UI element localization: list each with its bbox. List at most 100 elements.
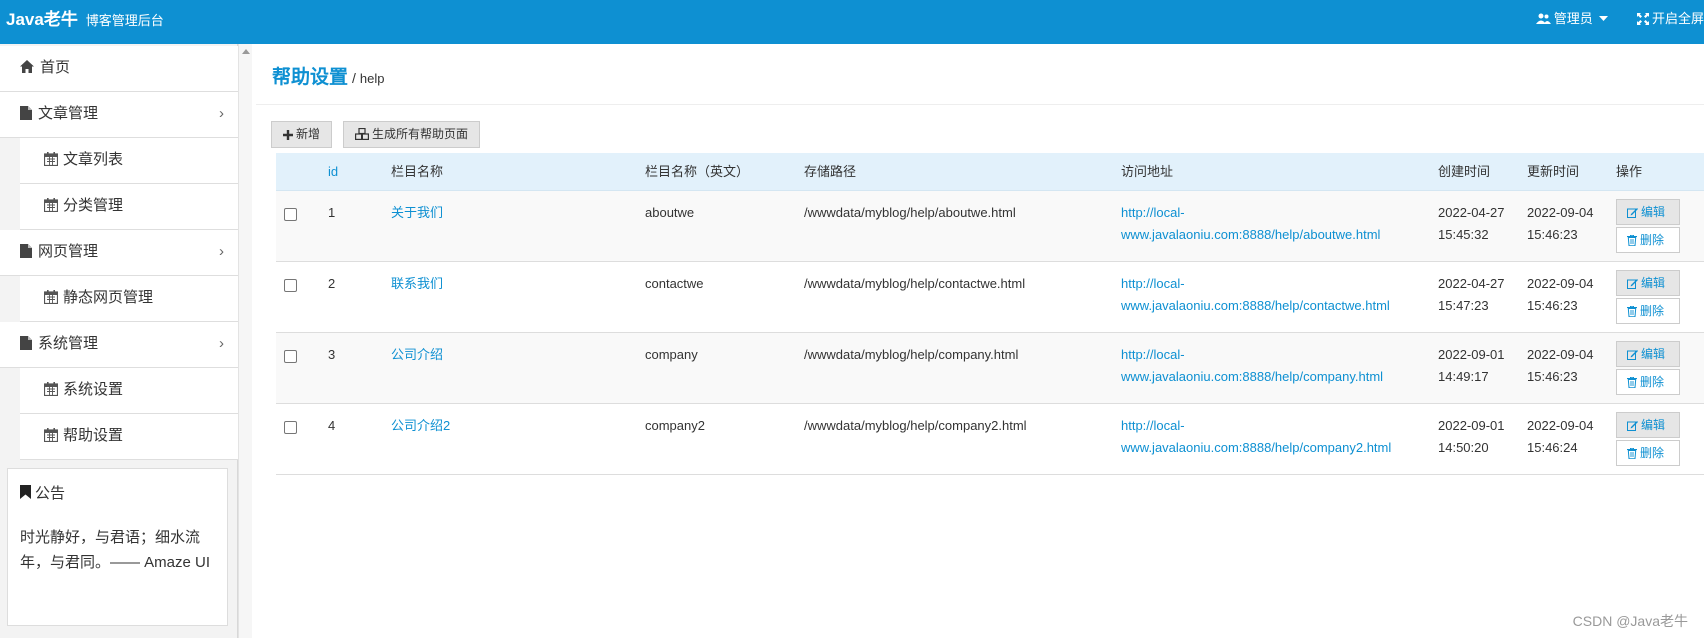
sidebar-item-label: 帮助设置: [63, 427, 124, 444]
url-line-1: http://local-: [1121, 418, 1185, 433]
column-header-name-en[interactable]: 栏目名称（英文）: [645, 153, 749, 191]
top-nav: 管理员 开启全屏: [1514, 0, 1704, 44]
cell-created: 2022-04-27 15:47:23: [1438, 273, 1505, 317]
sidebar-item-label: 文章列表: [63, 151, 124, 168]
delete-button[interactable]: 删除: [1616, 227, 1680, 253]
trash-icon: [1627, 447, 1637, 460]
cell-id: 4: [328, 418, 336, 433]
edit-button[interactable]: 编辑: [1616, 199, 1680, 225]
calendar-icon: [44, 382, 58, 396]
sidebar-item-pages[interactable]: 网页管理 ›: [0, 230, 238, 276]
delete-button[interactable]: 删除: [1616, 298, 1680, 324]
cell-url[interactable]: http://local-www.javalaoniu.com:8888/hel…: [1121, 202, 1380, 246]
sidebar-item-system-settings[interactable]: 系统设置: [20, 368, 238, 414]
delete-label: 删除: [1640, 375, 1665, 389]
bookmark-icon: [20, 485, 31, 499]
calendar-icon: [44, 290, 58, 304]
url-line-2: www.javalaoniu.com:8888/help/company2.ht…: [1121, 440, 1392, 455]
table-header: id 栏目名称 栏目名称（英文） 存储路径 访问地址 创建时间 更新时间 操作: [276, 153, 1704, 191]
brand[interactable]: Java老牛 博客管理后台: [6, 0, 164, 44]
cell-name[interactable]: 关于我们: [391, 202, 443, 224]
column-header-name[interactable]: 栏目名称: [391, 153, 443, 191]
delete-label: 删除: [1640, 446, 1665, 460]
column-header-path[interactable]: 存储路径: [804, 153, 856, 191]
sidebar-item-system[interactable]: 系统管理 ›: [0, 322, 238, 368]
cell-name[interactable]: 联系我们: [391, 273, 443, 295]
admin-menu[interactable]: 管理员: [1535, 0, 1612, 38]
sidebar-item-categories[interactable]: 分类管理: [20, 184, 238, 230]
sidebar-item-article-list[interactable]: 文章列表: [20, 138, 238, 184]
updated-date: 2022-09-04: [1527, 276, 1594, 291]
delete-button[interactable]: 删除: [1616, 369, 1680, 395]
created-time: 15:45:32: [1438, 227, 1489, 242]
sidebar-item-static-pages[interactable]: 静态网页管理: [20, 276, 238, 322]
row-checkbox[interactable]: [284, 421, 297, 434]
sidebar-item-label: 静态网页管理: [63, 289, 154, 306]
cell-name[interactable]: 公司介绍2: [391, 415, 450, 437]
cell-path: /wwwdata/myblog/help/company2.html: [804, 418, 1027, 433]
cell-id: 1: [328, 205, 336, 220]
updated-time: 15:46:23: [1527, 298, 1578, 313]
cell-url[interactable]: http://local-www.javalaoniu.com:8888/hel…: [1121, 344, 1383, 388]
brand-subtitle: 博客管理后台: [85, 13, 164, 28]
sidebar-scrollbar[interactable]: [238, 44, 252, 638]
row-checkbox[interactable]: [284, 350, 297, 363]
column-header-id[interactable]: id: [328, 153, 338, 191]
table-row: 2 联系我们 contactwe /wwwdata/myblog/help/co…: [276, 262, 1704, 333]
edit-icon: [1627, 421, 1638, 431]
calendar-icon: [44, 428, 58, 442]
cell-name[interactable]: 公司介绍: [391, 344, 443, 366]
cell-url[interactable]: http://local-www.javalaoniu.com:8888/hel…: [1121, 273, 1390, 317]
cell-name-en: aboutwe: [645, 205, 695, 220]
table-row: 1 关于我们 aboutwe /wwwdata/myblog/help/abou…: [276, 191, 1704, 262]
cell-name-en: company2: [645, 418, 705, 433]
sidebar-item-home[interactable]: 首页: [0, 46, 238, 92]
generate-button-label: 生成所有帮助页面: [372, 127, 469, 141]
fullscreen-icon: [1636, 13, 1649, 25]
cell-created: 2022-09-01 14:50:20: [1438, 415, 1505, 459]
fullscreen-toggle[interactable]: 开启全屏: [1636, 0, 1704, 38]
generate-help-pages-button[interactable]: 生成所有帮助页面: [343, 121, 481, 148]
delete-label: 删除: [1640, 304, 1665, 318]
cell-path: /wwwdata/myblog/help/company.html: [804, 347, 1019, 362]
row-checkbox[interactable]: [284, 208, 297, 221]
cubes-icon: [355, 127, 370, 141]
add-button-label: 新增: [296, 127, 321, 141]
edit-button[interactable]: 编辑: [1616, 412, 1680, 438]
file-icon: [20, 244, 32, 258]
column-header-created[interactable]: 创建时间: [1438, 153, 1490, 191]
edit-icon: [1627, 350, 1638, 360]
caret-down-icon: [1599, 16, 1609, 21]
cell-updated: 2022-09-04 15:46:23: [1527, 344, 1594, 388]
column-header-updated[interactable]: 更新时间: [1527, 153, 1579, 191]
scroll-up-icon[interactable]: [242, 49, 250, 54]
notice-title: 公告: [20, 483, 215, 505]
delete-button[interactable]: 删除: [1616, 440, 1680, 466]
cell-url[interactable]: http://local-www.javalaoniu.com:8888/hel…: [1121, 415, 1391, 459]
sidebar-item-articles[interactable]: 文章管理 ›: [0, 92, 238, 138]
fullscreen-label: 开启全屏: [1651, 11, 1704, 26]
chevron-right-icon: ›: [219, 105, 224, 122]
cell-id: 3: [328, 347, 336, 362]
add-button[interactable]: 新增: [271, 121, 333, 148]
edit-icon: [1627, 208, 1638, 218]
calendar-icon: [44, 198, 58, 212]
row-checkbox[interactable]: [284, 279, 297, 292]
sidebar-item-label: 分类管理: [63, 197, 124, 214]
sidebar-item-help-settings[interactable]: 帮助设置: [20, 414, 238, 460]
cell-updated: 2022-09-04 15:46:24: [1527, 415, 1594, 459]
url-line-2: www.javalaoniu.com:8888/help/aboutwe.htm…: [1121, 227, 1381, 242]
edit-button[interactable]: 编辑: [1616, 341, 1680, 367]
cell-path: /wwwdata/myblog/help/aboutwe.html: [804, 205, 1016, 220]
top-bar: Java老牛 博客管理后台 管理员 开启全屏: [0, 0, 1704, 44]
updated-date: 2022-09-04: [1527, 418, 1594, 433]
sidebar-item-label: 系统管理: [38, 335, 99, 352]
created-date: 2022-09-01: [1438, 347, 1505, 362]
edit-button[interactable]: 编辑: [1616, 270, 1680, 296]
trash-icon: [1627, 305, 1637, 318]
cell-created: 2022-04-27 15:45:32: [1438, 202, 1505, 246]
column-header-url[interactable]: 访问地址: [1121, 153, 1173, 191]
sidebar-item-label: 文章管理: [38, 105, 99, 122]
trash-icon: [1627, 234, 1637, 247]
breadcrumb-sub: help: [359, 71, 385, 86]
